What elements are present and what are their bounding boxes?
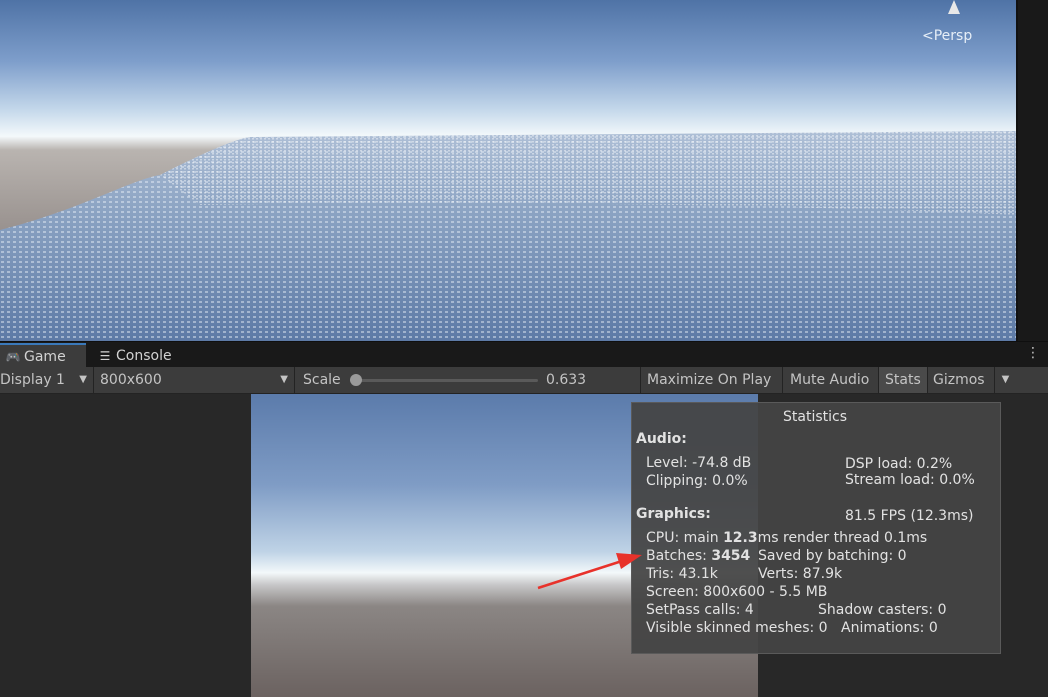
resolution-dropdown[interactable]: 800x600 ▼ [93,367,295,393]
scale-label: Scale [303,372,341,388]
chevron-down-icon: ▼ [280,374,288,385]
stats-title: Statistics [783,409,847,425]
cpu-readout: CPU: main 12.3ms render thread 0.1ms [646,530,928,546]
screen-readout: Screen: 800x600 - 5.5 MB [646,584,828,600]
shadow-casters-readout: Shadow casters: 0 [818,602,947,618]
mute-audio-button[interactable]: Mute Audio [782,367,878,393]
tris-readout: Tris: 43.1k [646,566,718,582]
gizmos-button[interactable]: Gizmos [928,367,994,393]
display-dropdown[interactable]: Display 1 ▼ [0,367,93,393]
more-options-icon[interactable]: ⋮ [1026,345,1040,361]
batches-readout: Batches: 3454 [646,548,751,564]
gamepad-icon: 🎮 [5,350,21,364]
persp-label[interactable]: <Persp [922,28,972,44]
setpass-readout: SetPass calls: 4 [646,602,754,618]
scene-render [0,0,1016,341]
chevron-down-icon: ▼ [79,374,87,385]
game-toolbar: Display 1 ▼ 800x600 ▼ Scale 0.633 Maximi… [0,367,1048,394]
dsp-load: DSP load: 0.2% [845,456,953,472]
scene-side-panel [1016,0,1048,341]
saved-by-batching: Saved by batching: 0 [758,548,907,564]
audio-clipping: Clipping: 0.0% [646,473,748,489]
tab-bar: 🎮 Game ☰ Console ⋮ [0,341,1048,368]
scene-view[interactable] [0,0,1016,341]
tab-console[interactable]: ☰ Console [92,344,192,368]
fps-readout: 81.5 FPS (12.3ms) [845,508,974,524]
skinned-meshes-readout: Visible skinned meshes: 0 [646,620,828,636]
maximize-on-play-button[interactable]: Maximize On Play [640,367,782,393]
tab-game[interactable]: 🎮 Game [0,343,86,367]
console-icon: ☰ [99,349,111,363]
graphics-header: Graphics: [636,506,711,522]
stream-load: Stream load: 0.0% [845,472,975,488]
scale-value: 0.633 [546,372,587,388]
scene-gizmo-cone-icon[interactable] [948,0,960,14]
animations-readout: Animations: 0 [841,620,938,636]
audio-level: Level: -74.8 dB [646,455,752,471]
statistics-panel: Statistics Audio: Level: -74.8 dB Clippi… [631,402,1001,654]
audio-header: Audio: [636,431,687,447]
scale-slider-handle[interactable] [350,374,362,386]
gizmos-dropdown-icon[interactable]: ▼ [994,367,1016,393]
verts-readout: Verts: 87.9k [758,566,843,582]
persp-arrow-icon: < [922,28,934,44]
scale-slider-track[interactable] [354,379,538,382]
stats-button[interactable]: Stats [878,367,928,393]
